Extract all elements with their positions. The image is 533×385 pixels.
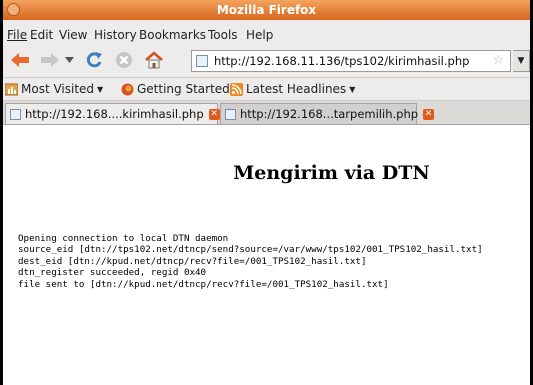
rss-icon — [230, 82, 243, 96]
page-favicon-icon — [10, 108, 21, 120]
dropdown-arrow-icon — [64, 57, 74, 63]
back-arrow-icon — [11, 53, 29, 67]
output-line: source_eid [dtn://tps102.net/dtncp/send?… — [18, 244, 483, 256]
firefox-icon — [121, 83, 134, 95]
bookmark-getting-started-label: Getting Started — [137, 82, 230, 96]
reload-button[interactable] — [83, 50, 105, 70]
url-text: http://192.168.11.136/tps102/kirimhasil.… — [214, 54, 470, 68]
command-output: Opening connection to local DTN daemon s… — [18, 233, 483, 290]
bookmark-most-visited[interactable]: Most Visited ▼ — [5, 82, 103, 96]
chevron-down-icon: ▼ — [349, 84, 356, 94]
page-heading: Mengirim via DTN — [233, 162, 430, 184]
chevron-down-icon: ▼ — [97, 84, 104, 94]
bookmark-latest-headlines-label: Latest Headlines — [246, 82, 347, 96]
bookmark-star-icon[interactable]: ☆ — [492, 53, 504, 68]
history-dropdown-button[interactable] — [63, 54, 75, 66]
forward-button[interactable] — [39, 50, 61, 70]
back-button[interactable] — [9, 50, 31, 70]
close-icon[interactable]: ✕ — [423, 108, 435, 120]
tab-bar: http://192.168....kirimhasil.php ✕ http:… — [3, 101, 530, 125]
tab-tarpemilih[interactable]: http://192.168...tarpemilih.php ✕ — [220, 103, 435, 124]
output-line: dtn_register succeeded, regid 0x40 — [18, 267, 207, 279]
browser-window: Mozilla Firefox File Edit View History B… — [3, 0, 530, 385]
window-title: Mozilla Firefox — [216, 3, 317, 17]
stop-icon — [116, 52, 132, 68]
menu-help-label: Help — [246, 28, 274, 42]
bookmarks-toolbar: Most Visited ▼ Getting Started Latest He… — [3, 78, 530, 101]
chevron-down-icon: ▼ — [517, 56, 525, 66]
home-button[interactable] — [143, 49, 165, 71]
page-favicon-icon — [225, 108, 236, 120]
page-favicon-icon — [196, 55, 208, 67]
menu-file-label: File — [7, 28, 28, 42]
home-icon — [145, 51, 163, 69]
menu-edit-label: Edit — [30, 28, 54, 42]
menu-bookmarks-label: Bookmarks — [139, 28, 207, 42]
output-line: file sent to [dtn://kpud.net/dtncp/recv?… — [18, 278, 389, 290]
url-bar[interactable]: http://192.168.11.136/tps102/kirimhasil.… — [191, 50, 511, 72]
bookmark-most-visited-label: Most Visited — [21, 82, 95, 96]
bookmark-latest-headlines[interactable]: Latest Headlines ▼ — [230, 82, 355, 96]
title-bar: Mozilla Firefox — [3, 0, 530, 20]
url-history-dropdown[interactable]: ▼ — [513, 50, 530, 72]
navigation-toolbar: http://192.168.11.136/tps102/kirimhasil.… — [3, 41, 530, 78]
reload-icon — [86, 52, 102, 68]
forward-arrow-icon — [41, 53, 59, 67]
close-icon[interactable]: ✕ — [208, 108, 220, 120]
menu-view-label: View — [59, 28, 88, 42]
menu-tools-label: Tools — [208, 28, 238, 42]
menu-history-label: History — [94, 28, 137, 42]
most-visited-icon — [5, 83, 18, 95]
menu-bar: File Edit View History Bookmarks Tools H… — [3, 20, 530, 42]
output-line: dest_eid [dtn://kpud.net/dtncp/recv?file… — [18, 255, 367, 267]
tab-label: http://192.168...tarpemilih.php — [240, 107, 419, 121]
bookmark-getting-started[interactable]: Getting Started — [121, 82, 230, 96]
output-line: Opening connection to local DTN daemon — [18, 233, 229, 244]
stop-button[interactable] — [113, 50, 135, 70]
tab-label: http://192.168....kirimhasil.php — [25, 107, 204, 121]
tab-kirimhasil[interactable]: http://192.168....kirimhasil.php ✕ — [5, 103, 220, 124]
